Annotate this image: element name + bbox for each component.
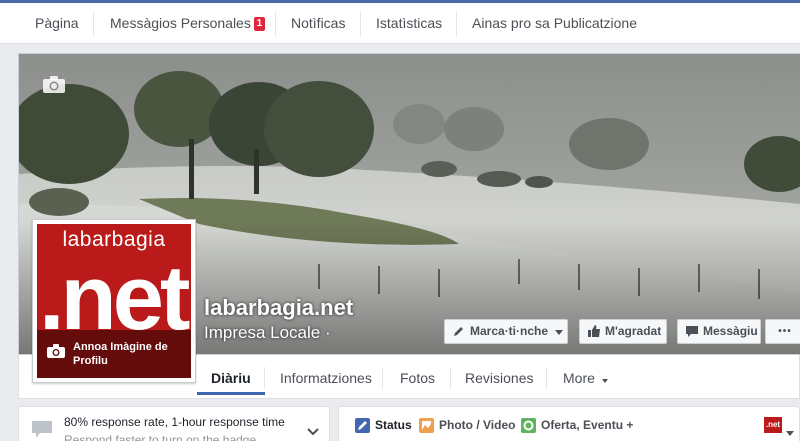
speech-bubble-icon	[32, 421, 52, 441]
update-profile-picture-label: Annoa Imàgine de Profilu	[73, 341, 168, 367]
nav-item-notifications[interactable]: Notìficas	[275, 3, 361, 44]
messages-count-badge: 1	[253, 17, 265, 31]
tab-divider	[264, 367, 265, 389]
voice-selector-avatar[interactable]: .net	[764, 417, 782, 433]
tab-about[interactable]: Informatziones	[266, 355, 386, 398]
speech-bubble-icon	[686, 322, 698, 345]
tab-timeline[interactable]: Diàriu	[197, 355, 265, 395]
response-rate-card: 80% response rate, 1-hour response time …	[18, 406, 330, 441]
chevron-down-icon	[555, 324, 564, 338]
tab-timeline-label: Diàriu	[211, 370, 251, 386]
tab-more[interactable]: More	[549, 355, 622, 398]
nav-item-publishing-tools[interactable]: Ainas pro sa Publicatzione	[456, 3, 653, 44]
nav-item-page[interactable]: Pàgina	[19, 3, 95, 44]
tab-divider	[546, 367, 547, 389]
response-rate-text: 80% response rate, 1-hour response time	[64, 415, 285, 429]
pencil-icon	[355, 418, 370, 438]
like-button-label: M'agradat	[605, 324, 662, 338]
response-rate-hint: Respond faster to turn on the badge	[64, 433, 257, 441]
update-cover-camera-icon[interactable]	[43, 76, 65, 98]
composer-photo-label: Photo / Video	[439, 418, 516, 432]
nav-item-messages-label: Messàgios Personales	[110, 15, 251, 31]
page-category: Impresa Locale ·	[204, 323, 331, 342]
offer-tag-icon	[521, 418, 536, 438]
tag-button[interactable]: Marca·ti·nche	[444, 319, 568, 344]
tab-divider	[382, 367, 383, 389]
profile-picture[interactable]: labarbagia .net Annoa Imàgine de Profilu	[32, 219, 196, 383]
tab-photos[interactable]: Fotos	[386, 355, 449, 398]
composer-status-label: Status	[375, 418, 412, 432]
nav-item-insights[interactable]: Istatìsticas	[360, 3, 458, 44]
nav-item-page-label: Pàgina	[35, 15, 79, 31]
update-profile-picture-button[interactable]: Annoa Imàgine de Profilu	[45, 340, 185, 368]
nav-item-insights-label: Istatìsticas	[376, 15, 443, 31]
tab-more-label: More	[563, 370, 595, 386]
profile-logo: labarbagia .net Annoa Imàgine de Profilu	[37, 224, 191, 378]
composer-offer-label: Oferta, Eventu +	[541, 418, 634, 432]
composer-card: Status Photo / Video Oferta, Eventu + .n…	[338, 406, 800, 441]
composer-status-tab[interactable]: Status	[355, 416, 412, 436]
pencil-icon	[453, 322, 465, 345]
tab-about-label: Informatziones	[280, 370, 372, 386]
message-button[interactable]: Messàgiu	[677, 319, 761, 344]
message-button-label: Messàgiu	[703, 324, 758, 338]
nav-item-notifications-label: Notìficas	[291, 15, 346, 31]
more-options-button[interactable]: •••	[765, 319, 800, 344]
chevron-down-icon	[601, 370, 608, 386]
chevron-down-icon[interactable]	[786, 423, 794, 441]
composer-offer-tab[interactable]: Oferta, Eventu +	[521, 416, 633, 436]
page-admin-nav: Pàgina Messàgios Personales 1 Notìficas I…	[0, 0, 800, 44]
composer-photo-tab[interactable]: Photo / Video	[419, 416, 515, 436]
tab-photos-label: Fotos	[400, 370, 436, 386]
page-title[interactable]: labarbagia.net	[204, 295, 353, 321]
tab-reviews-label: Revisiones	[465, 370, 534, 386]
chevron-down-icon[interactable]	[307, 423, 319, 441]
thumbs-up-icon	[588, 322, 600, 345]
nav-item-publishing-tools-label: Ainas pro sa Publicatzione	[472, 15, 637, 31]
tag-button-label: Marca·ti·nche	[470, 324, 549, 338]
camera-icon	[47, 344, 65, 362]
more-options-dots: •••	[778, 326, 792, 337]
photo-icon	[419, 418, 434, 438]
nav-item-messages[interactable]: Messàgios Personales 1	[94, 3, 281, 44]
like-button[interactable]: M'agradat	[579, 319, 667, 344]
tab-reviews[interactable]: Revisiones	[451, 355, 547, 398]
